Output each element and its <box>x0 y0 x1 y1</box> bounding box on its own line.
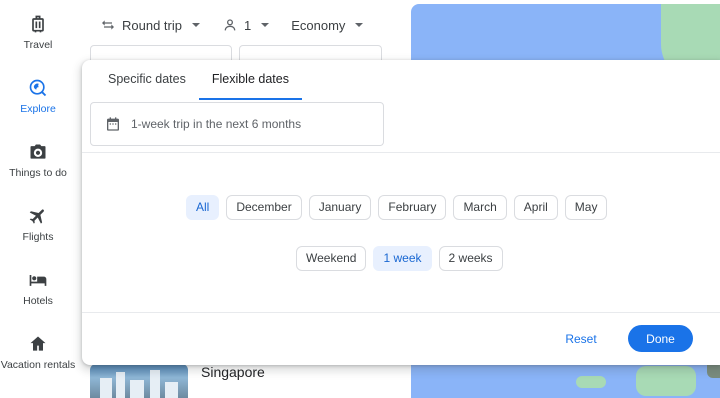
chevron-down-icon <box>261 23 270 27</box>
explore-icon <box>29 79 47 97</box>
bed-icon <box>29 275 47 286</box>
sidebar-item-label: Hotels <box>23 295 53 307</box>
tab-flexible-dates[interactable]: Flexible dates <box>198 60 303 100</box>
airplane-icon <box>29 209 44 224</box>
person-icon <box>224 19 236 31</box>
month-chip-december[interactable]: December <box>226 195 302 220</box>
duration-chip-1-week[interactable]: 1 week <box>373 246 432 271</box>
sidebar-item-label: Things to do <box>9 167 67 179</box>
sidebar-item-label: Flights <box>22 231 54 243</box>
trip-type-value: Round trip <box>122 17 182 33</box>
month-chips: All December January February March Apri… <box>186 195 608 220</box>
divider <box>82 152 720 153</box>
side-nav: Travel Explore Things to do Flights Hote… <box>0 0 76 398</box>
month-chip-may[interactable]: May <box>564 195 608 220</box>
sidebar-item-label: Travel <box>23 39 53 51</box>
sidebar-item-flights[interactable]: Flights <box>0 206 76 244</box>
building <box>116 372 125 398</box>
sidebar-item-explore[interactable]: Explore <box>0 78 76 116</box>
sidebar-item-vacation-rentals[interactable]: Vacation rentals <box>0 334 76 372</box>
cabin-class-select[interactable]: Economy <box>287 12 367 38</box>
map-land <box>576 376 606 388</box>
passengers-count: 1 <box>243 17 252 33</box>
search-toolbar: Round trip 1 Economy <box>96 12 367 38</box>
date-picker-dialog: Specific dates Flexible dates 1-week tri… <box>82 60 720 365</box>
sidebar-item-label: Explore <box>20 103 56 115</box>
month-chip-march[interactable]: March <box>453 195 507 220</box>
house-icon <box>30 336 46 351</box>
reset-button[interactable]: Reset <box>556 325 606 353</box>
month-chip-january[interactable]: January <box>308 195 372 220</box>
trip-type-select[interactable]: Round trip <box>96 12 204 38</box>
suitcase-icon <box>32 15 44 33</box>
building <box>130 380 144 398</box>
month-chip-all[interactable]: All <box>186 195 220 220</box>
flexible-date-text: 1-week trip in the next 6 months <box>131 117 302 131</box>
destination-name[interactable]: Singapore <box>201 364 265 380</box>
cabin-class-value: Economy <box>291 17 346 33</box>
month-chip-april[interactable]: April <box>513 195 558 220</box>
duration-chip-2-weeks[interactable]: 2 weeks <box>438 246 503 271</box>
destination-thumbnail[interactable] <box>90 364 188 398</box>
swap-arrows-icon <box>102 20 114 30</box>
map-land <box>636 366 696 396</box>
done-button[interactable]: Done <box>628 325 693 352</box>
passengers-select[interactable]: 1 <box>218 12 273 38</box>
calendar-icon <box>107 117 119 131</box>
building <box>165 382 178 398</box>
camera-icon <box>30 144 46 159</box>
month-chip-february[interactable]: February <box>378 195 447 220</box>
building <box>100 378 112 398</box>
duration-chip-weekend[interactable]: Weekend <box>296 246 367 271</box>
sidebar-item-things-to-do[interactable]: Things to do <box>0 142 76 180</box>
sidebar-item-label: Vacation rentals <box>0 359 76 371</box>
building <box>150 370 160 398</box>
tab-specific-dates[interactable]: Specific dates <box>82 60 199 100</box>
sidebar-item-travel[interactable]: Travel <box>0 14 76 52</box>
flexible-date-field[interactable]: 1-week trip in the next 6 months <box>90 102 384 146</box>
duration-chips: Weekend 1 week 2 weeks <box>296 246 503 271</box>
chevron-down-icon <box>355 23 364 27</box>
app-root: Travel Explore Things to do Flights Hote… <box>0 0 720 398</box>
sidebar-item-hotels[interactable]: Hotels <box>0 270 76 308</box>
divider <box>82 312 720 313</box>
date-mode-tabs: Specific dates Flexible dates <box>82 60 303 100</box>
chevron-down-icon <box>191 23 200 27</box>
